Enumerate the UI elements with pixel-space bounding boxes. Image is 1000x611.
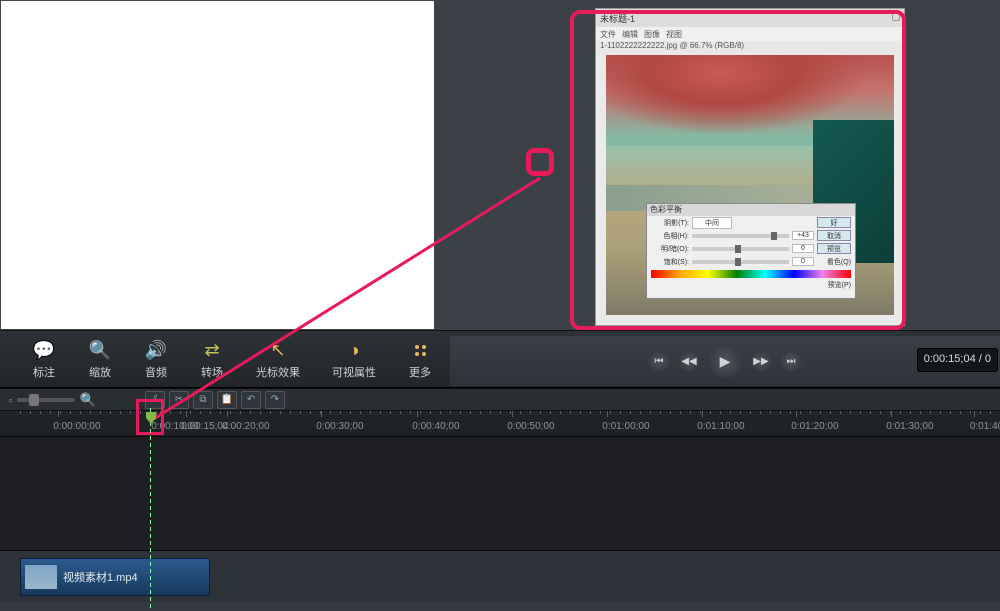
callout-label: 标注 bbox=[33, 364, 55, 380]
dlg-light-label: 明/暗(O): bbox=[651, 244, 689, 254]
preview-playback-controls: ⏮ ◀◀ ▶ ▶▶ ⏭ 0:00:15;04 / 0 bbox=[450, 336, 1000, 386]
dlg-ok-button: 好 bbox=[817, 217, 851, 228]
zoom-label: 缩放 bbox=[89, 364, 111, 380]
dlg-pick-label: 看色(Q) bbox=[817, 257, 851, 267]
zoom-button[interactable]: 🔍 缩放 bbox=[88, 338, 112, 380]
library-panel[interactable] bbox=[0, 0, 435, 330]
dlg-dropdown-label: 阴影(T): bbox=[651, 218, 689, 228]
dlg-light-value: 0 bbox=[792, 244, 814, 253]
inner-dialog: 色彩平衡 阴影(T): 中间 好 色相(H): +43 取消 明/暗(O): 0… bbox=[646, 203, 856, 299]
timecode-display[interactable]: 0:00:15;04 / 0 bbox=[917, 348, 998, 372]
ruler-label: 0:00:40;00 bbox=[412, 421, 459, 432]
clip-filename: 视频素材1.mp4 bbox=[63, 569, 138, 585]
timeline-playhead-marker[interactable] bbox=[146, 412, 156, 424]
timeline-tools: ◦ 🔍 ⫽ ✂ ⧉ 📋 ↶ ↷ bbox=[0, 388, 1000, 410]
tool-paste-button[interactable]: 📋 bbox=[217, 391, 237, 409]
dlg-color-strip bbox=[651, 270, 851, 278]
dlg-dropdown-value: 中间 bbox=[692, 217, 732, 229]
cursor-icon: ↖ bbox=[266, 338, 290, 362]
step-back-button[interactable]: ◀◀ bbox=[678, 350, 700, 372]
audio-label: 音频 bbox=[145, 364, 167, 380]
dlg-light-slider bbox=[692, 247, 789, 251]
dlg-cancel-button: 取消 bbox=[817, 230, 851, 241]
tool-cut-button[interactable]: ⫽ bbox=[145, 391, 165, 409]
ruler-label: 0:01:20;00 bbox=[791, 421, 838, 432]
cursor-effects-label: 光标效果 bbox=[256, 364, 300, 380]
ruler-label: 0:01:10;00 bbox=[697, 421, 744, 432]
tool-copy-button[interactable]: ⧉ bbox=[193, 391, 213, 409]
audio-button[interactable]: 🔊 音频 bbox=[144, 338, 168, 380]
ruler-label: 0:01:40;0 bbox=[970, 421, 1000, 432]
dlg-sat-slider bbox=[692, 260, 789, 264]
dlg-sat-label: 饱和(S): bbox=[651, 257, 689, 267]
dlg-hue-value: +43 bbox=[792, 231, 814, 240]
video-clip[interactable]: 视频素材1.mp4 bbox=[20, 558, 210, 596]
timeline-zoom-slider[interactable] bbox=[17, 398, 75, 402]
timeline-track-1[interactable] bbox=[0, 436, 1000, 550]
inner-window-menu: 文件编辑图像视图 bbox=[596, 27, 904, 41]
dlg-preview-check: 预览(P) bbox=[647, 280, 855, 290]
cursor-effects-button[interactable]: ↖ 光标效果 bbox=[256, 338, 300, 380]
dlg-preview-button: 预览 bbox=[817, 243, 851, 254]
ruler-label: 0:00:20;00 bbox=[222, 421, 269, 432]
timeline-track-2[interactable]: 视频素材1.mp4 bbox=[0, 550, 1000, 602]
ruler-label: 0:00:30;00 bbox=[316, 421, 363, 432]
magnifier-icon: 🔍 bbox=[88, 338, 112, 362]
visual-properties-button[interactable]: ◑ 可视属性 bbox=[332, 338, 376, 380]
ruler-label: 0:01:30;00 bbox=[886, 421, 933, 432]
visual-props-icon: ◑ bbox=[342, 338, 366, 362]
tool-undo-button[interactable]: ↶ bbox=[241, 391, 261, 409]
visual-properties-label: 可视属性 bbox=[332, 364, 376, 380]
dialog-title: 色彩平衡 bbox=[647, 204, 855, 216]
play-button[interactable]: ▶ bbox=[708, 344, 742, 378]
clip-thumbnail bbox=[25, 565, 57, 589]
dlg-hue-label: 色相(H): bbox=[651, 231, 689, 241]
inner-window-close-icon bbox=[892, 13, 900, 21]
tool-redo-button[interactable]: ↷ bbox=[265, 391, 285, 409]
ruler-label: 0:00:50;00 bbox=[507, 421, 554, 432]
ruler-label: 0:01:00;00 bbox=[602, 421, 649, 432]
callout-icon: 💬 bbox=[32, 338, 56, 362]
preview-area: 未标题-1 文件编辑图像视图 1-1102222222222.jpg @ 66.… bbox=[435, 0, 1000, 330]
timeline-zoom-icon[interactable]: 🔍 bbox=[79, 391, 97, 409]
go-start-button[interactable]: ⏮ bbox=[648, 350, 670, 372]
transition-icon: ⇄ bbox=[200, 338, 224, 362]
transition-label: 转场 bbox=[201, 364, 223, 380]
ruler-label: 0:00:00;00 bbox=[53, 421, 100, 432]
callout-button[interactable]: 💬 标注 bbox=[32, 338, 56, 380]
inner-window-title-text: 未标题-1 bbox=[600, 12, 635, 25]
transition-button[interactable]: ⇄ 转场 bbox=[200, 338, 224, 380]
more-button[interactable]: 更多 bbox=[408, 338, 432, 380]
inner-window-title: 未标题-1 bbox=[596, 9, 904, 27]
dlg-hue-slider bbox=[692, 234, 789, 238]
go-end-button[interactable]: ⏭ bbox=[780, 350, 802, 372]
preview-content[interactable]: 未标题-1 文件编辑图像视图 1-1102222222222.jpg @ 66.… bbox=[595, 8, 905, 326]
tool-split-button[interactable]: ✂ bbox=[169, 391, 189, 409]
speaker-icon: 🔊 bbox=[144, 338, 168, 362]
inner-window-tab: 1-1102222222222.jpg @ 66.7% (RGB/8) bbox=[596, 41, 904, 55]
more-label: 更多 bbox=[409, 364, 431, 380]
more-icon bbox=[408, 338, 432, 362]
step-forward-button[interactable]: ▶▶ bbox=[750, 350, 772, 372]
timeline-handle-icon: ◦ bbox=[8, 392, 13, 408]
dlg-sat-value: 0 bbox=[792, 257, 814, 266]
